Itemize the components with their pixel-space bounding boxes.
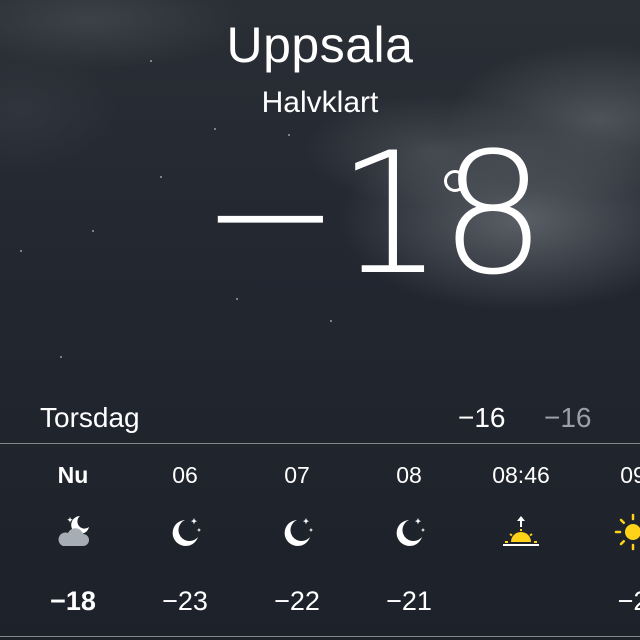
hour-time: 06 — [172, 462, 198, 488]
sunrise-icon — [503, 516, 539, 546]
hourly-item: 09 −2 — [577, 444, 640, 636]
hour-time: Nu — [57, 462, 89, 488]
today-summary: Torsdag −16 −16 — [0, 396, 640, 442]
hourly-item: 07 −22 — [241, 444, 353, 636]
day-low-temp: −16 — [544, 402, 592, 433]
hour-temp: −18 — [50, 586, 96, 616]
hour-temp: −22 — [274, 586, 320, 616]
hourly-item: 08 −21 — [353, 444, 465, 636]
hour-temp: −2 — [617, 586, 640, 616]
weather-condition: Halvklart — [261, 86, 379, 119]
degree-symbol — [444, 170, 466, 192]
day-high-temp: −16 — [458, 402, 506, 433]
divider-bottom — [0, 636, 640, 637]
moon-stars-icon — [172, 518, 201, 546]
city-name: Uppsala — [226, 17, 414, 73]
hour-temp: −21 — [386, 586, 432, 616]
hourly-item: 06 −23 — [129, 444, 241, 636]
hour-time: 08:46 — [492, 462, 550, 488]
partly-cloudy-night-icon — [58, 516, 89, 546]
hourly-item: Nu −18 — [17, 444, 129, 636]
day-name: Torsdag — [40, 402, 140, 433]
hour-temp: −23 — [162, 586, 208, 616]
hour-time: 08 — [396, 462, 422, 488]
hourly-forecast[interactable]: Nu −18 06 −23 07 −22 08 −21 08:46 09 − — [0, 444, 640, 636]
hour-time: 09 — [620, 462, 640, 488]
hour-time: 07 — [284, 462, 310, 488]
sun-icon — [614, 513, 640, 551]
current-temperature: −18 — [200, 116, 547, 312]
moon-stars-icon — [284, 518, 313, 546]
moon-stars-icon — [396, 518, 425, 546]
hourly-item: 08:46 — [465, 444, 577, 636]
